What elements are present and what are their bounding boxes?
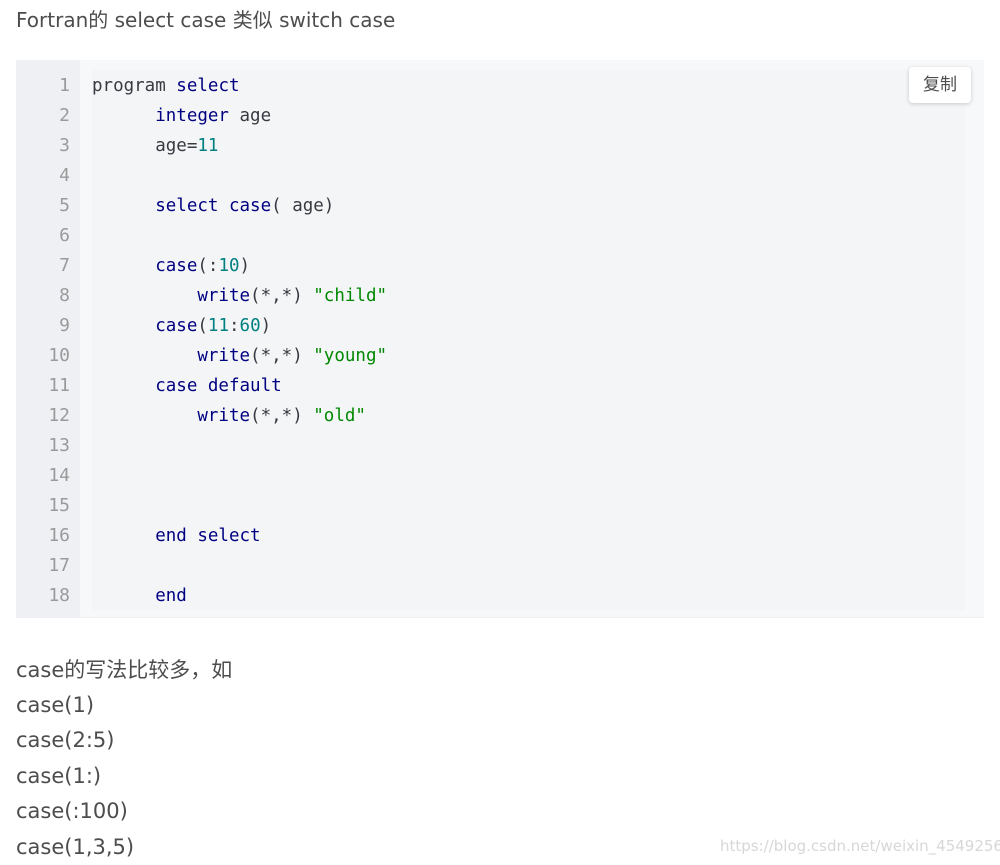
watermark: https://blog.csdn.net/weixin_45492560 [720,837,1000,855]
code-line: program select [92,71,240,101]
code-token: select case [92,196,272,216]
code-line: select case( age) [92,191,334,221]
line-number: 9 [59,315,70,336]
code-token: integer [92,106,229,126]
line-number: 3 [59,135,70,156]
case-example: case(1:) [16,764,102,788]
line-number: 11 [48,375,70,396]
code-token: case [92,256,198,276]
code-token: age [228,106,272,126]
case-example: case(1,3,5) [16,835,135,859]
code-line: end [92,581,187,611]
line-number: 2 [59,105,70,126]
line-number: 1 [59,75,70,96]
code-line: case(11:60) [92,311,271,341]
code-line: integer age [92,101,271,131]
code-line: end select [92,521,261,551]
line-number: 5 [59,195,70,216]
code-token: 11 [197,136,219,156]
intro-text: Fortran的 select case 类似 switch case [16,8,396,32]
code-token: end [92,586,187,606]
case-example: case(1) [16,693,95,717]
line-number: 7 [59,255,70,276]
copy-button[interactable]: 复制 [909,67,971,103]
line-number: 17 [48,555,70,576]
case-example: case(2:5) [16,728,115,752]
line-number: 15 [48,495,70,516]
line-number: 14 [48,465,70,486]
code-token: "old" [313,406,366,426]
code-token: "child" [313,286,388,306]
case-example: case(:100) [16,799,128,823]
code-token: ) [239,256,251,276]
code-token: end select [92,526,261,546]
code-token: case [92,316,198,336]
code-token: (: [197,256,219,276]
code-token: write [92,286,251,306]
code-line: write(*,*) "old" [92,401,366,431]
code-token: case default [92,376,282,396]
line-number: 10 [48,345,70,366]
code-token: ( [197,316,208,336]
code-line: age=11 [92,131,218,161]
code-token: select [176,76,240,96]
paragraph-heading: case的写法比较多，如 [16,658,233,682]
code-token: ) [260,316,272,336]
line-number: 6 [59,225,70,246]
line-number: 8 [59,285,70,306]
code-token: (*,*) [250,406,314,426]
code-line: write(*,*) "child" [92,281,387,311]
code-token: 10 [218,256,240,276]
line-number: 12 [48,405,70,426]
line-number: 18 [48,585,70,606]
line-number: 13 [48,435,70,456]
code-line: case(:10) [92,251,250,281]
code-token: ( age) [271,196,335,216]
code-token: 11 [207,316,229,336]
code-token: write [92,406,251,426]
code-token: (*,*) [250,346,314,366]
code-token: (*,*) [250,286,314,306]
code-line: write(*,*) "young" [92,341,387,371]
code-line: case default [92,371,282,401]
code-token: program [92,76,177,96]
code-token: write [92,346,251,366]
code-token: age= [92,136,198,156]
line-number: 16 [48,525,70,546]
line-number: 4 [59,165,70,186]
code-token: : [228,316,240,336]
code-token: 60 [239,316,261,336]
code-token: "young" [313,346,388,366]
